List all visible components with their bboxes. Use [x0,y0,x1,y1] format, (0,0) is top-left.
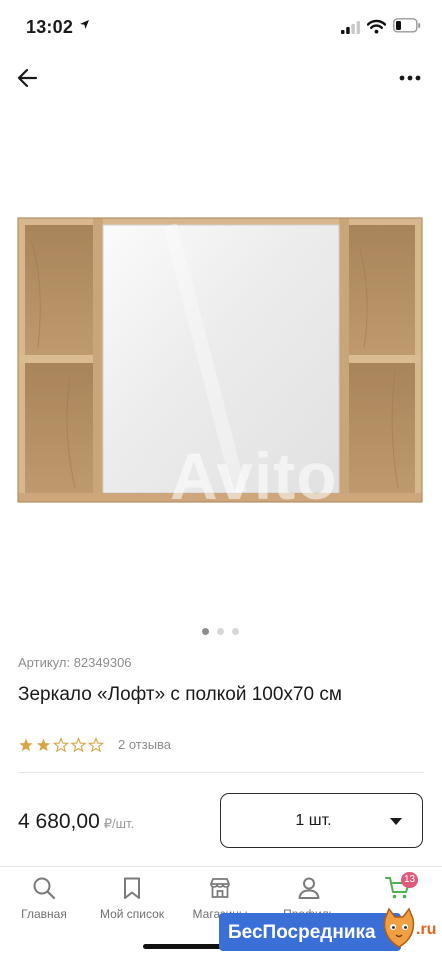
tab-my-list[interactable]: Мой список [88,867,176,927]
back-arrow-icon[interactable] [14,64,42,92]
more-options-icon[interactable] [398,70,422,86]
tab-label: Главная [21,907,67,921]
cat-mascot-icon [383,907,415,948]
product-title: Зеркало «Лофт» с полкой 100x70 см [18,684,342,705]
star-filled-icon [19,738,33,752]
star-empty-icon [52,737,70,753]
article-number: Артикул: 82349306 [18,655,132,670]
mirror-cabinet-illustration [17,217,423,503]
cart-badge: 13 [401,872,419,888]
search-icon [33,877,56,900]
pager-dot[interactable] [232,628,239,635]
tab-home[interactable]: Главная [0,867,88,927]
battery-icon [393,18,421,33]
price: 4 680,00 ₽/шт. [18,810,134,834]
signal-icon [341,21,361,34]
bes-posrednika-banner: БесПосредника .ru [219,907,442,953]
banner-text: БесПосредника [228,922,376,943]
pager-dot[interactable] [217,628,224,635]
star-filled-icon [36,738,51,752]
banner-domain: .ru [416,921,437,938]
profile-icon [298,877,320,899]
rating-stars[interactable] [18,737,106,753]
star-empty-icon [70,737,87,753]
image-pager [200,628,244,636]
quantity-value: 1 шт. [295,812,332,829]
status-time: 13:02 [26,17,74,37]
price-value: 4 680,00 [18,810,100,833]
chevron-down-icon [390,818,402,825]
product-image[interactable]: Avito [0,108,442,618]
status-bar: 13:02 [0,0,442,56]
image-watermark: Avito [170,439,338,513]
pager-dot-active[interactable] [202,628,209,635]
reviews-link[interactable]: 2 отзыва [118,737,171,752]
quantity-select[interactable]: 1 шт. [220,793,423,848]
star-empty-icon [87,737,105,753]
store-icon [210,878,230,898]
tab-label: Мой список [99,907,165,921]
divider [18,772,424,773]
wifi-icon [367,19,386,34]
location-arrow-icon [80,20,89,29]
price-unit: ₽/шт. [103,816,135,831]
bookmark-icon [124,877,140,899]
